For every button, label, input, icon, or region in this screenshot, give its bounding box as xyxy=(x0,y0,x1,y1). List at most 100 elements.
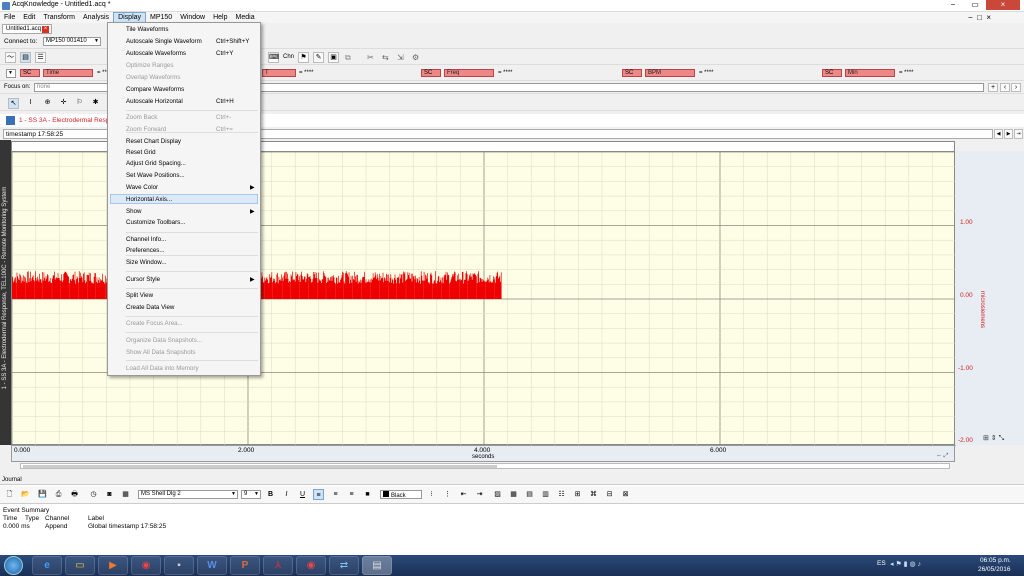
display-menu-item-compare-waveforms[interactable]: Compare Waveforms xyxy=(126,86,184,93)
insert-image-icon[interactable]: ▨ xyxy=(492,489,503,500)
mdi-close-button[interactable]: × xyxy=(986,13,991,22)
maximize-button[interactable]: ▭ xyxy=(968,0,982,10)
move-icon[interactable]: ⇆ xyxy=(382,53,389,62)
print-icon[interactable]: 🖶 xyxy=(69,489,80,500)
ibeam-tool-icon[interactable]: I xyxy=(25,98,36,109)
start-button[interactable] xyxy=(4,556,23,575)
display-menu-item-size-window[interactable]: Size Window... xyxy=(126,259,167,266)
pointer-tool-icon[interactable]: ↖ xyxy=(8,98,19,109)
insert-list-icon[interactable]: ☷ xyxy=(556,489,567,500)
size-select[interactable]: 9 ▼ xyxy=(241,490,261,499)
measure-channel-4[interactable]: SC xyxy=(622,69,642,77)
menu-transform[interactable]: Transform xyxy=(39,12,79,23)
menu-file[interactable]: File xyxy=(0,12,19,23)
focus-add-button[interactable]: + xyxy=(988,83,998,92)
measurement-dropdown-icon[interactable]: ▼ xyxy=(6,69,16,78)
scrollbar-thumb[interactable] xyxy=(23,465,497,468)
display-menu-item-reset-grid[interactable]: Reset Grid xyxy=(126,149,156,156)
display-menu-item-adjust-grid-spacing[interactable]: Adjust Grid Spacing... xyxy=(126,160,186,167)
list-number-icon[interactable]: ⋮ xyxy=(442,489,453,500)
flag-tool-icon[interactable]: ⚑ xyxy=(298,52,309,63)
display-menu-item-wave-color[interactable]: Wave Color xyxy=(126,184,158,191)
keyboard-icon[interactable]: ⌨ xyxy=(268,52,279,63)
bold-icon[interactable]: B xyxy=(265,489,276,500)
focus-next-button[interactable]: › xyxy=(1011,83,1021,92)
insert-table-icon[interactable]: ▦ xyxy=(508,489,519,500)
edit-tool-icon[interactable]: ✎ xyxy=(313,52,324,63)
display-menu-item-autoscale-waveforms[interactable]: Autoscale Waveforms xyxy=(126,50,186,57)
crosshair-tool-icon[interactable]: ✛ xyxy=(58,98,69,109)
display-menu-item-channel-info[interactable]: Channel Info... xyxy=(126,236,166,243)
marker-tool-icon[interactable]: ⚐ xyxy=(74,98,85,109)
connect-select[interactable]: MP150 001410 ▼ xyxy=(43,37,101,46)
highlight-tool-icon[interactable]: ✱ xyxy=(90,98,101,109)
list-tool-icon[interactable]: ☰ xyxy=(35,52,46,63)
list-bullet-icon[interactable]: ⁝ xyxy=(426,489,437,500)
snapshot-tool-icon[interactable]: ▣ xyxy=(328,52,339,63)
display-menu-item-autoscale-horizontal[interactable]: Autoscale Horizontal xyxy=(126,98,183,105)
insert-chart-icon[interactable]: ▤ xyxy=(524,489,535,500)
print-preview-icon[interactable]: ⎙ xyxy=(53,489,64,500)
insert-data-icon[interactable]: ⊞ xyxy=(572,489,583,500)
close-tab-icon[interactable]: × xyxy=(42,26,49,33)
mdi-max-button[interactable]: □ xyxy=(977,13,982,22)
display-menu-item-preferences[interactable]: Preferences... xyxy=(126,247,165,254)
document-tab[interactable]: Untitled1.acq × xyxy=(2,24,52,34)
table-icon[interactable]: ▦ xyxy=(120,489,131,500)
display-menu-item-horizontal-axis[interactable]: Horizontal Axis... xyxy=(126,196,172,203)
display-menu-item-customize-toolbars[interactable]: Customize Toolbars... xyxy=(126,219,185,226)
insert-summary-icon[interactable]: ⊠ xyxy=(620,489,631,500)
measure-channel-1[interactable]: SC xyxy=(20,69,40,77)
folder-icon[interactable]: ▭ xyxy=(65,556,95,575)
italic-icon[interactable]: I xyxy=(281,489,292,500)
focus-prev-button[interactable]: ‹ xyxy=(1000,83,1010,92)
display-menu-item-cursor-style[interactable]: Cursor Style xyxy=(126,276,160,283)
chrome-icon-2[interactable]: ◉ xyxy=(296,556,326,575)
chrome-icon[interactable]: ◉ xyxy=(131,556,161,575)
resize-icon[interactable]: ⇲ xyxy=(397,53,404,62)
measure-func-4[interactable]: BPM xyxy=(645,69,695,77)
grid-tool-icon[interactable]: ▤ xyxy=(20,52,31,63)
display-menu-item-split-view[interactable]: Split View xyxy=(126,292,153,299)
horizontal-scrollbar[interactable] xyxy=(20,463,950,469)
close-button[interactable]: × xyxy=(986,0,1020,10)
scissors-icon[interactable]: ✂ xyxy=(367,53,374,62)
save-icon[interactable]: 💾 xyxy=(37,489,48,500)
terminal-icon[interactable]: ▪ xyxy=(164,556,194,575)
display-menu-item-set-wave-positions[interactable]: Set Wave Positions... xyxy=(126,172,185,179)
ie-icon[interactable]: e xyxy=(32,556,62,575)
media-player-icon[interactable]: ▶ xyxy=(98,556,128,575)
display-menu-item-show[interactable]: Show xyxy=(126,208,141,215)
waveform-tool-icon[interactable]: 〜 xyxy=(5,52,16,63)
measure-channel-3[interactable]: SC xyxy=(421,69,441,77)
scroll-end-button[interactable]: ⇥ xyxy=(1014,129,1023,139)
channel-label[interactable]: 1 - SS 3A - Electrodermal Resp xyxy=(19,117,109,124)
color-select[interactable]: Black xyxy=(380,490,422,499)
insert-graph-icon[interactable]: ▥ xyxy=(540,489,551,500)
display-menu-item-create-data-view[interactable]: Create Data View xyxy=(126,304,174,311)
align-center-icon[interactable]: ≡ xyxy=(330,489,341,500)
measure-func-5[interactable]: Min xyxy=(845,69,895,77)
x-axis-tools-icon[interactable]: ⇔ ⤢ xyxy=(936,453,948,460)
indent-icon[interactable]: ⇥ xyxy=(474,489,485,500)
display-menu-item-autoscale-single-waveform[interactable]: Autoscale Single Waveform xyxy=(126,38,202,45)
font-select[interactable]: MS Shell Dlg 2 ▼ xyxy=(138,490,238,499)
align-right-icon[interactable]: ≡ xyxy=(346,489,357,500)
new-icon[interactable]: 🗋 xyxy=(4,489,15,500)
align-left-icon[interactable]: ≡ xyxy=(313,489,324,500)
zoom-tool-icon[interactable]: ⊕ xyxy=(42,98,53,109)
display-menu-item-tile-waveforms[interactable]: Tile Waveforms xyxy=(126,26,169,33)
display-menu-item-reset-chart-display[interactable]: Reset Chart Display xyxy=(126,138,181,145)
powerpoint-icon[interactable]: P xyxy=(230,556,260,575)
teamviewer-icon[interactable]: ⇄ xyxy=(329,556,359,575)
insert-link-icon[interactable]: ⌘ xyxy=(588,489,599,500)
justify-icon[interactable]: ■ xyxy=(362,489,373,500)
camera-icon[interactable]: ◙ xyxy=(104,489,115,500)
clock-icon[interactable]: ◷ xyxy=(88,489,99,500)
scroll-left-button[interactable]: ◀ xyxy=(994,129,1003,139)
settings-icon[interactable]: ⚙ xyxy=(412,53,419,62)
open-icon[interactable]: 📂 xyxy=(20,489,31,500)
underline-icon[interactable]: U xyxy=(297,489,308,500)
minimize-button[interactable]: − xyxy=(946,0,960,10)
insert-stats-icon[interactable]: ⊟ xyxy=(604,489,615,500)
